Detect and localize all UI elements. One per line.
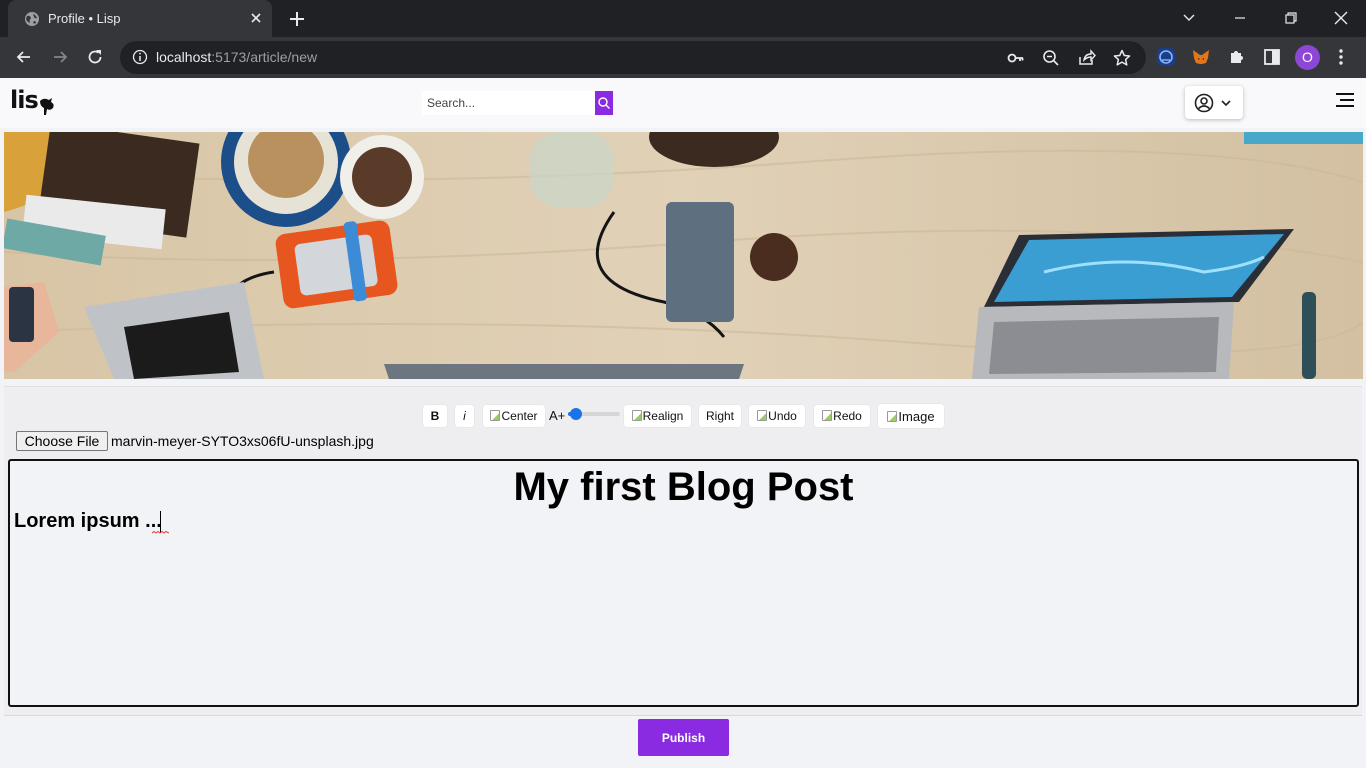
kebab-menu-icon[interactable]: [1331, 47, 1351, 67]
user-circle-icon: [1194, 93, 1214, 113]
url-host: localhost: [156, 49, 212, 65]
post-editor[interactable]: My first Blog Post Lorem ipsum ...: [8, 459, 1359, 707]
key-icon[interactable]: [1006, 48, 1026, 68]
post-body[interactable]: Lorem ipsum ...: [14, 510, 162, 533]
broken-image-icon: [822, 410, 833, 421]
globe-icon: [25, 12, 39, 26]
italic-button[interactable]: i: [455, 405, 474, 427]
font-size-label: A+: [549, 408, 566, 423]
reload-icon[interactable]: [85, 47, 105, 67]
font-size-slider[interactable]: [568, 408, 620, 420]
undo-label: Undo: [768, 409, 797, 423]
broken-image-icon: [490, 410, 501, 421]
forward-icon[interactable]: [50, 47, 70, 67]
broken-image-icon: [631, 410, 642, 421]
avatar[interactable]: O: [1295, 45, 1320, 70]
side-panel-icon[interactable]: [1262, 47, 1282, 67]
close-icon[interactable]: [248, 10, 264, 26]
post-title[interactable]: My first Blog Post: [10, 465, 1357, 510]
info-icon[interactable]: [132, 49, 148, 65]
user-menu-button[interactable]: [1185, 86, 1243, 119]
search-button[interactable]: [595, 91, 613, 115]
undo-button[interactable]: Undo: [749, 405, 805, 427]
selected-file-name: marvin-meyer-SYTO3xs06fU-unsplash.jpg: [111, 433, 374, 449]
share-icon[interactable]: [1077, 48, 1097, 68]
center-button[interactable]: Center: [483, 405, 545, 427]
realign-label: Realign: [642, 409, 684, 423]
center-label: Center: [501, 409, 538, 423]
text-caret: [160, 511, 161, 533]
extension-icon[interactable]: [1156, 47, 1176, 67]
logo-mark-icon: [40, 98, 54, 115]
bold-button[interactable]: B: [423, 405, 447, 427]
realign-button[interactable]: Realign: [624, 405, 691, 427]
broken-image-icon: [757, 410, 768, 421]
slider-thumb[interactable]: [569, 408, 582, 420]
browser-toolbar: localhost:5173/article/new O: [0, 37, 1366, 78]
chevron-down-icon[interactable]: [1179, 8, 1199, 28]
plus-icon[interactable]: [287, 9, 307, 29]
puzzle-icon[interactable]: [1227, 47, 1247, 67]
redo-button[interactable]: Redo: [814, 405, 870, 427]
tab-title: Profile • Lisp: [48, 11, 121, 26]
image-label: Image: [898, 408, 935, 424]
choose-file-button[interactable]: Choose File: [16, 431, 108, 451]
url-text: localhost:5173/article/new: [156, 49, 317, 65]
publish-button[interactable]: Publish: [638, 719, 729, 756]
search-input[interactable]: [422, 91, 595, 115]
browser-tab-strip: Profile • Lisp: [0, 0, 1366, 37]
broken-image-icon: [887, 410, 898, 422]
insert-image-button[interactable]: Image: [878, 404, 944, 428]
minimize-icon[interactable]: [1230, 8, 1250, 28]
banner-image: [4, 132, 1363, 379]
address-bar[interactable]: localhost:5173/article/new: [120, 41, 1146, 74]
hamburger-icon[interactable]: [1334, 90, 1356, 110]
url-path: :5173/article/new: [211, 49, 318, 65]
restore-icon[interactable]: [1281, 8, 1301, 28]
browser-tab[interactable]: Profile • Lisp: [8, 0, 272, 37]
site-logo[interactable]: lis: [10, 86, 39, 114]
spellcheck-underline: [152, 531, 169, 534]
zoom-out-icon[interactable]: [1041, 48, 1061, 68]
back-icon[interactable]: [14, 47, 34, 67]
star-icon[interactable]: [1112, 48, 1132, 68]
close-icon[interactable]: [1331, 8, 1351, 28]
redo-label: Redo: [833, 409, 862, 423]
search-icon: [598, 97, 610, 109]
chevron-down-icon: [1221, 100, 1231, 107]
metamask-icon[interactable]: [1191, 47, 1211, 67]
right-align-button[interactable]: Right: [699, 405, 741, 427]
site-header: lis: [0, 78, 1366, 128]
